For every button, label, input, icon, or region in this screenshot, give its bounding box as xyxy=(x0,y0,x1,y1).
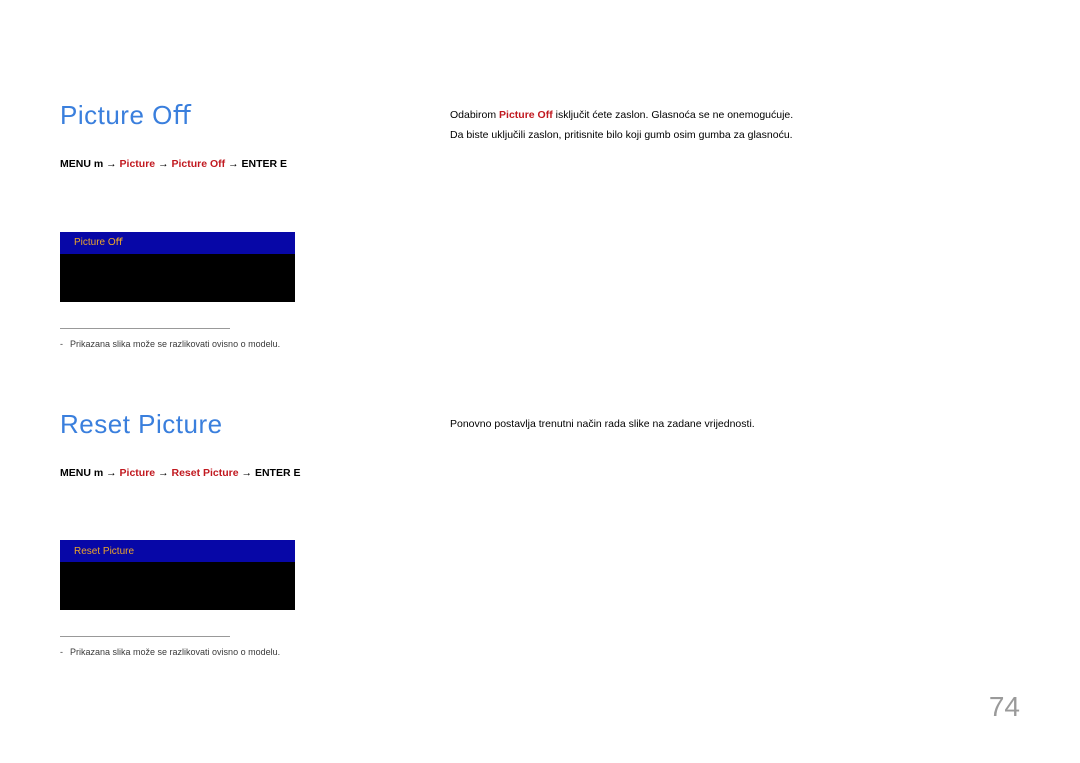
nav-path-picture-off: MENU m → Picture → Picture Off → ENTER E xyxy=(60,157,360,172)
menu-bar-label: Reset Picture xyxy=(74,546,134,557)
menu-bar: Reset Picture xyxy=(60,540,295,562)
path-enter-label: ENTER xyxy=(242,158,278,170)
path-picture: Picture xyxy=(120,158,156,170)
section-left: Reset Picture MENU m → Picture → Reset P… xyxy=(60,409,360,658)
heading-picture-off: Picture Oﬀ xyxy=(60,100,360,131)
section-left: Picture Oﬀ MENU m → Picture → Picture Of… xyxy=(60,100,360,349)
path-item: Picture Off xyxy=(171,158,225,170)
path-arrow: → xyxy=(228,158,239,170)
section-picture-off: Picture Oﬀ MENU m → Picture → Picture Of… xyxy=(60,100,1020,349)
menu-screenshot-picture-off: Picture Oﬀ xyxy=(60,232,295,302)
menu-bar: Picture Oﬀ xyxy=(60,232,295,254)
desc-text: isključit ćete zaslon. Glasnoća se ne on… xyxy=(553,109,793,121)
description-line-2: Da biste uključili zaslon, pritisnite bi… xyxy=(450,126,1020,146)
path-picture: Picture xyxy=(120,467,156,479)
footnote-picture-off: Prikazana slika može se razlikovati ovis… xyxy=(60,339,360,349)
path-enter-sym: E xyxy=(280,158,287,170)
footnote-reset-picture: Prikazana slika može se razlikovati ovis… xyxy=(60,647,360,657)
section-right: Ponovno postavlja trenutni način rada sl… xyxy=(450,409,1020,658)
path-enter-label: ENTER xyxy=(255,467,291,479)
desc-text: Odabirom xyxy=(450,109,499,121)
menu-screenshot-reset-picture: Reset Picture xyxy=(60,540,295,610)
path-arrow: → xyxy=(106,158,117,170)
path-arrow: → xyxy=(158,467,169,479)
path-arrow: → xyxy=(106,467,117,479)
path-menu-label: MENU xyxy=(60,467,91,479)
footnote-divider xyxy=(60,328,230,329)
path-menu-sym: m xyxy=(94,467,103,479)
section-right: Odabirom Picture Off isključit ćete zasl… xyxy=(450,100,1020,349)
path-menu-sym: m xyxy=(94,158,103,170)
path-menu-label: MENU xyxy=(60,158,91,170)
page-number: 74 xyxy=(989,691,1020,723)
section-reset-picture: Reset Picture MENU m → Picture → Reset P… xyxy=(60,409,1020,658)
desc-red: Picture Off xyxy=(499,109,553,121)
path-item: Reset Picture xyxy=(171,467,238,479)
nav-path-reset-picture: MENU m → Picture → Reset Picture → ENTER… xyxy=(60,466,360,481)
path-arrow: → xyxy=(158,158,169,170)
description-line-1: Odabirom Picture Off isključit ćete zasl… xyxy=(450,106,1020,126)
path-enter-sym: E xyxy=(293,467,300,479)
footnote-divider xyxy=(60,636,230,637)
description-reset: Ponovno postavlja trenutni način rada sl… xyxy=(450,415,1020,435)
menu-bar-label: Picture Oﬀ xyxy=(74,237,123,248)
path-arrow: → xyxy=(242,467,253,479)
manual-page: Picture Oﬀ MENU m → Picture → Picture Of… xyxy=(0,0,1080,763)
heading-reset-picture: Reset Picture xyxy=(60,409,360,440)
